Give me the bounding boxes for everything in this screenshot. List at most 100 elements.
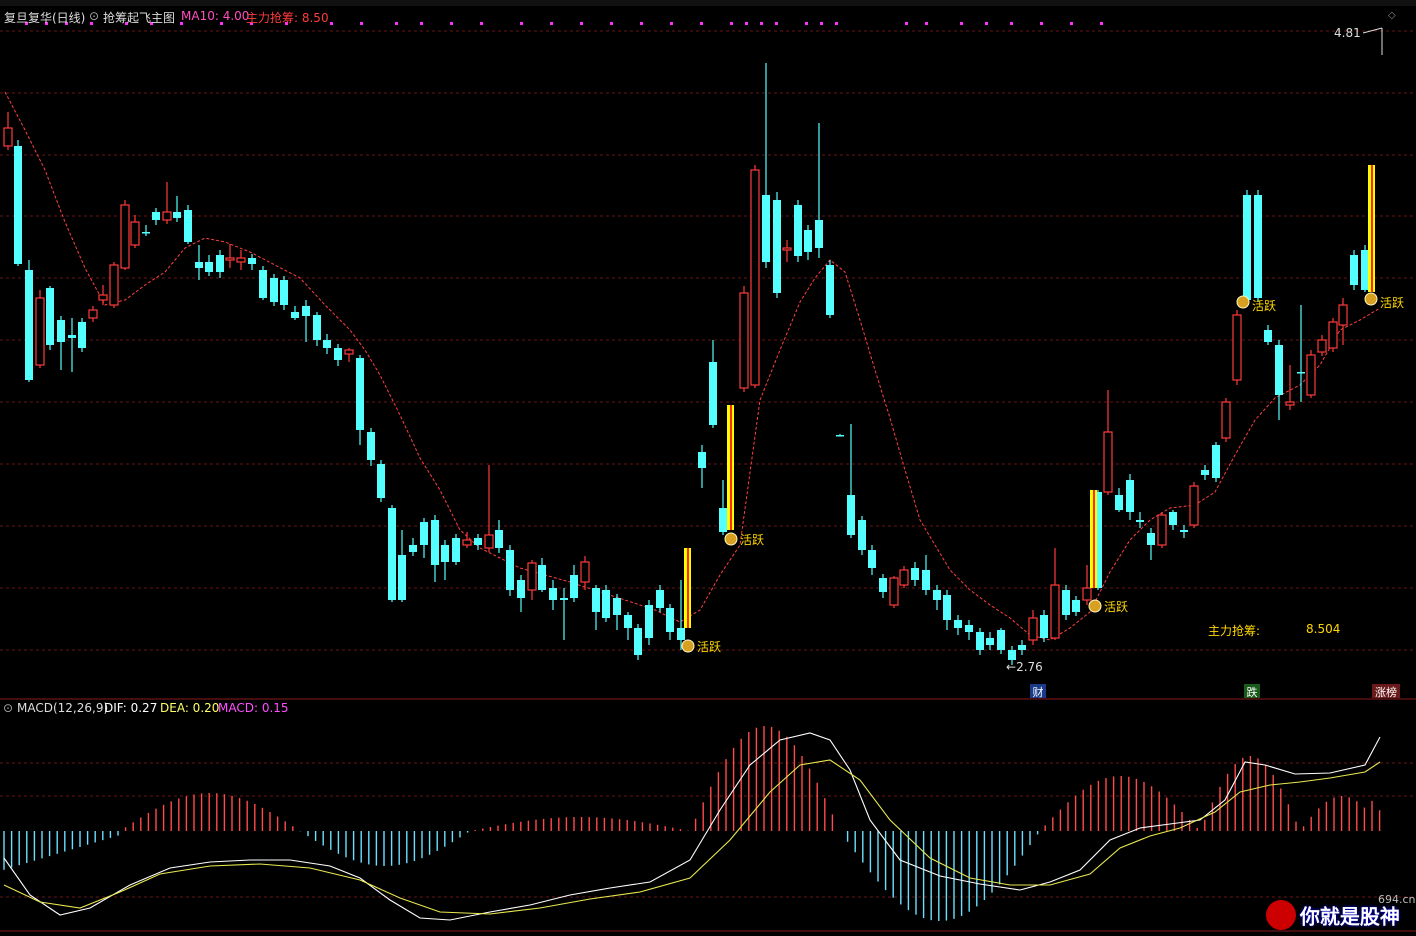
candle-body bbox=[677, 628, 685, 640]
candle-body bbox=[398, 555, 406, 600]
top-marker-dot bbox=[580, 22, 583, 25]
indicator-name[interactable]: 抢筹起飞主图 bbox=[103, 9, 175, 26]
dif-line bbox=[3, 732, 1381, 921]
candle-body bbox=[1147, 533, 1155, 545]
candle-body bbox=[1189, 485, 1199, 526]
candle-body bbox=[78, 322, 86, 348]
candle-body bbox=[517, 580, 525, 598]
diamond-icon[interactable]: ◇ bbox=[1388, 10, 1396, 21]
candle-body bbox=[334, 348, 342, 360]
candle bbox=[291, 306, 299, 320]
candle-body bbox=[152, 212, 160, 220]
candle-body bbox=[1062, 590, 1070, 615]
candle bbox=[120, 200, 130, 270]
macd-title[interactable]: MACD(12,26,9) bbox=[17, 701, 108, 715]
main-force-value: 主力抢筹: 8.50 bbox=[246, 11, 329, 25]
drop-badge[interactable]: 跌 bbox=[1244, 684, 1260, 699]
candle-body bbox=[709, 362, 717, 425]
candle-body bbox=[911, 568, 919, 580]
active-tag: 活跃 bbox=[1104, 600, 1129, 614]
top-marker-dot bbox=[520, 22, 523, 25]
top-toolbar[interactable] bbox=[0, 0, 1416, 6]
candle-body bbox=[270, 278, 278, 302]
candle bbox=[1350, 250, 1358, 290]
candle-body bbox=[922, 570, 930, 590]
candle-body bbox=[462, 539, 472, 546]
money-bag-icon bbox=[1364, 292, 1378, 306]
top-marker-dot bbox=[985, 22, 988, 25]
high-price-marker: 4.81 bbox=[1334, 26, 1361, 40]
candle-body bbox=[1317, 339, 1327, 353]
candle bbox=[452, 534, 460, 565]
candle bbox=[377, 460, 385, 502]
candle-body bbox=[14, 146, 22, 264]
rise-list-badge[interactable]: 涨榜 bbox=[1372, 684, 1400, 699]
candle bbox=[495, 520, 503, 553]
candle-body bbox=[431, 520, 439, 565]
candle-body bbox=[602, 590, 610, 618]
candle bbox=[868, 545, 876, 575]
top-marker-dot bbox=[805, 22, 808, 25]
candle-body bbox=[836, 435, 844, 437]
candle bbox=[560, 588, 568, 640]
macd-lines bbox=[3, 732, 1381, 921]
candle-body bbox=[570, 575, 578, 598]
candle bbox=[879, 574, 887, 598]
active-tag: 活跃 bbox=[1380, 296, 1405, 310]
active-tag: 活跃 bbox=[1252, 299, 1277, 313]
finance-badge[interactable]: 财 bbox=[1030, 684, 1046, 699]
watermark-slogan: 你就是股神 bbox=[1299, 904, 1400, 929]
candle bbox=[1254, 190, 1262, 302]
money-bag-icon bbox=[1088, 599, 1102, 613]
candle bbox=[248, 254, 256, 270]
candle bbox=[527, 560, 537, 600]
money-bag-icon bbox=[1236, 295, 1250, 309]
candle bbox=[225, 244, 235, 268]
top-marker-dot bbox=[1070, 22, 1073, 25]
candle-body bbox=[344, 349, 354, 355]
candle-body bbox=[1115, 495, 1123, 510]
candle-body bbox=[997, 630, 1005, 650]
candle bbox=[356, 355, 364, 445]
candle bbox=[409, 538, 417, 556]
candle-body bbox=[109, 264, 119, 306]
macd-collapse-icon[interactable]: ⊙ bbox=[3, 701, 13, 715]
stock-chart-canvas[interactable] bbox=[0, 0, 1416, 936]
candle bbox=[750, 165, 760, 388]
candle-body bbox=[1169, 512, 1177, 525]
logo-icon bbox=[1266, 900, 1296, 930]
top-marker-dot bbox=[360, 22, 363, 25]
candle-body bbox=[248, 258, 256, 264]
candle-body bbox=[1328, 321, 1338, 349]
candle bbox=[836, 434, 844, 437]
top-marker-dot bbox=[730, 22, 733, 25]
info-label: 主力抢筹: bbox=[1208, 624, 1261, 638]
top-marker-dot bbox=[330, 22, 333, 25]
candle bbox=[719, 480, 727, 535]
signal-bar-yellow bbox=[732, 405, 734, 530]
candle-body bbox=[495, 530, 503, 548]
candle-body bbox=[1040, 615, 1048, 638]
candle-body bbox=[259, 270, 267, 298]
candle bbox=[68, 318, 76, 372]
candle-body bbox=[773, 200, 781, 293]
candle-body bbox=[441, 545, 449, 562]
candle-body bbox=[719, 508, 727, 532]
collapse-icon[interactable]: ⊙ bbox=[89, 9, 99, 23]
signal-bar-red bbox=[1093, 490, 1095, 588]
candle bbox=[976, 628, 984, 655]
candle bbox=[634, 624, 642, 660]
top-marker-dot bbox=[905, 22, 908, 25]
candle-body bbox=[1243, 195, 1251, 300]
candle-body bbox=[302, 306, 310, 316]
candle-body bbox=[762, 195, 770, 262]
money-bag-icon bbox=[724, 532, 738, 546]
candle bbox=[773, 192, 781, 298]
candle-body bbox=[130, 221, 140, 246]
candle bbox=[441, 540, 449, 580]
price-grid bbox=[0, 22, 1416, 651]
candle-body bbox=[474, 538, 482, 545]
candle bbox=[943, 590, 951, 630]
money-bag-icon bbox=[681, 639, 695, 653]
candle-body bbox=[1361, 250, 1369, 290]
